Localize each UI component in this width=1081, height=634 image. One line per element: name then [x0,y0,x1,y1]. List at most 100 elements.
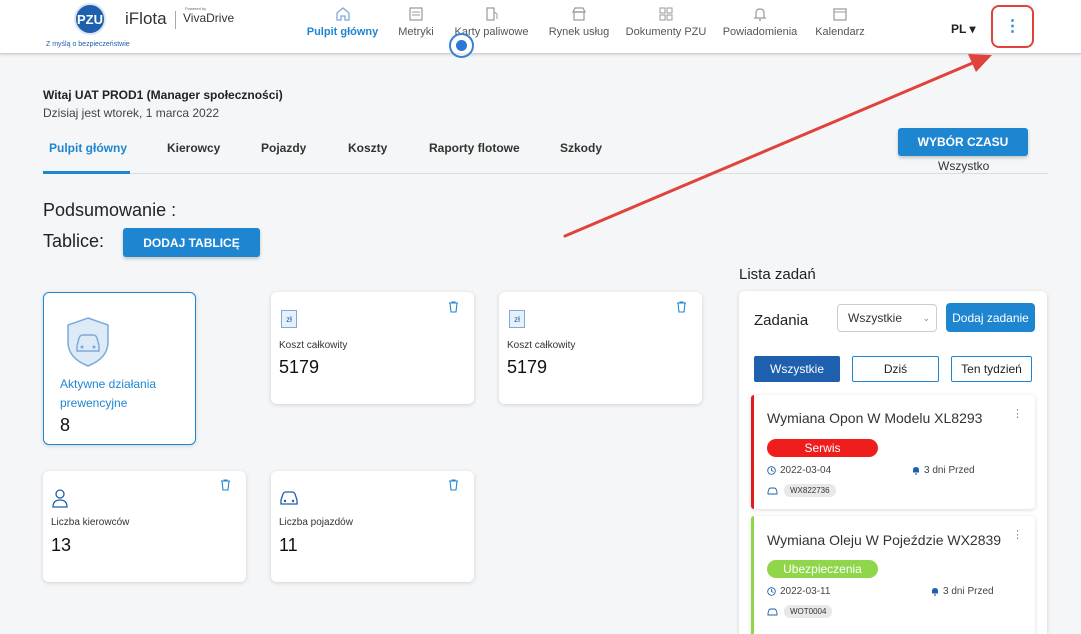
car-icon [767,608,778,616]
add-task-button[interactable]: Dodaj zadanie [946,303,1035,332]
tab-vehicles[interactable]: Pojazdy [261,141,306,155]
fuel-icon [485,7,497,21]
boards-heading: Tablice: [43,231,105,251]
segment-today[interactable]: Dziś [852,356,939,382]
pzu-logo[interactable]: PZU [74,3,106,35]
driver-icon [52,489,68,508]
menu-button-highlight[interactable]: ⋮ [991,5,1034,48]
card-value: 11 [279,535,298,555]
filter-value: Wszystkie [848,311,902,325]
drivers-count-card[interactable]: Liczba kierowców 13 [43,471,246,582]
brand-partner: VivaDrive [183,11,235,25]
task-list-title: Lista zadań [739,266,816,283]
segment-all[interactable]: Wszystkie [754,356,840,382]
task-plate: WOT0004 [767,605,833,618]
calendar-icon [833,8,847,21]
clock-icon [767,587,776,596]
home-icon [335,7,350,21]
card-label: Aktywne działania prewencyjne [60,377,157,410]
task-tag: Serwis [767,439,878,457]
tab-drivers[interactable]: Kierowcy [167,141,220,155]
task-plate: WX822736 [767,484,836,497]
tab-damages[interactable]: Szkody [560,141,602,155]
nav-item-metrics[interactable]: Metryki [398,0,434,54]
card-label: Koszt całkowity [507,340,576,351]
task-ago: 3 dni Przed [931,586,994,597]
task-list-panel: Zadania Wszystkie ⌄ Dodaj zadanie Wszyst… [739,291,1047,634]
task-menu-icon[interactable]: ⋮ [1012,407,1023,420]
tab-fleet-reports[interactable]: Raporty flotowe [429,141,520,155]
card-value: 8 [60,415,71,435]
task-status-bar [751,516,754,634]
bell-icon [753,8,767,21]
time-select-button[interactable]: WYBÓR CZASU [898,128,1028,156]
trash-icon[interactable] [448,301,459,313]
brand-divider [175,11,176,29]
card-label: Koszt całkowity [279,340,348,351]
bell-icon [913,467,919,475]
vehicles-count-card[interactable]: Liczba pojazdów 11 [271,471,474,582]
task-date: 2022-03-11 [767,586,830,597]
nav-label: Kalendarz [815,26,865,38]
add-board-button[interactable]: DODAJ TABLICĘ [123,228,260,257]
nav-item-dashboard[interactable]: Pulpit główny [307,0,378,54]
task-date: 2022-03-04 [767,465,831,476]
task-tag: Ubezpieczenia [767,560,878,578]
brand-name: iFlota [125,9,167,28]
more-vertical-icon[interactable]: ⋮ [1005,18,1021,35]
welcome-text: Witaj UAT PROD1 (Manager społeczności) [43,88,283,102]
nav-label: Metryki [398,26,434,38]
tab-dashboard[interactable]: Pulpit główny [49,141,127,155]
shield-car-icon [67,317,109,367]
top-navbar: PZU iFlota Powered by VivaDrive Z myślą … [0,0,1081,54]
nav-item-notifications[interactable]: Powiadomienia [723,0,797,54]
nav-label: Rynek usług [548,26,610,38]
bell-icon [932,588,938,596]
trash-icon[interactable] [220,479,231,491]
card-value: 5179 [507,357,548,377]
time-filter-value: Wszystko [938,159,990,173]
currency-icon: zł [509,310,525,328]
tasks-heading: Zadania [754,312,809,329]
segment-this-week[interactable]: Ten tydzień [951,356,1032,382]
date-text: Dzisiaj jest wtorek, 1 marca 2022 [43,106,220,120]
task-title: Wymiana Opon W Modelu XL8293 [767,410,983,426]
summary-heading: Podsumowanie : [43,200,177,220]
brand-tagline: Z myślą o bezpieczeństwie [46,41,130,48]
click-indicator [449,33,474,58]
trash-icon[interactable] [448,479,459,491]
tab-costs[interactable]: Koszty [348,141,387,155]
nav-item-market[interactable]: Rynek usług [549,0,609,54]
task-card[interactable]: Wymiana Opon W Modelu XL8293 ⋮ Serwis 20… [751,395,1035,509]
task-status-bar [751,395,754,509]
card-label: Liczba kierowców [51,517,130,528]
metrics-icon [409,7,423,21]
language-select[interactable]: PL ▾ [951,22,975,36]
chevron-down-icon: ⌄ [922,313,930,323]
task-menu-icon[interactable]: ⋮ [1012,528,1023,541]
currency-icon: zł [281,310,297,328]
card-value: 13 [51,535,72,555]
task-title: Wymiana Oleju W Pojeździe WX2839 [767,532,1002,548]
nav-label: Dokumenty PZU [625,26,707,38]
preventive-actions-card[interactable]: Aktywne działania prewencyjne 8 [43,292,196,445]
task-ago: 3 dni Przed [912,465,975,476]
market-icon [572,7,586,21]
card-value: 5179 [279,357,320,377]
nav-item-documents[interactable]: Dokumenty PZU [626,0,706,54]
tabs-divider [43,173,1048,174]
nav-item-calendar[interactable]: Kalendarz [815,0,865,54]
documents-icon [659,7,673,21]
trash-icon[interactable] [676,301,687,313]
nav-label: Pulpit główny [306,26,379,38]
task-filter-select[interactable]: Wszystkie ⌄ [837,304,937,332]
active-tab-indicator [43,171,130,174]
total-cost-card-1[interactable]: zł Koszt całkowity 5179 [271,292,474,404]
car-icon [767,487,778,495]
card-label: Liczba pojazdów [279,517,353,528]
nav-label: Powiadomienia [722,26,798,38]
total-cost-card-2[interactable]: zł Koszt całkowity 5179 [499,292,702,404]
task-card[interactable]: Wymiana Oleju W Pojeździe WX2839 ⋮ Ubezp… [751,516,1035,634]
car-icon [280,491,298,505]
clock-icon [767,466,776,475]
